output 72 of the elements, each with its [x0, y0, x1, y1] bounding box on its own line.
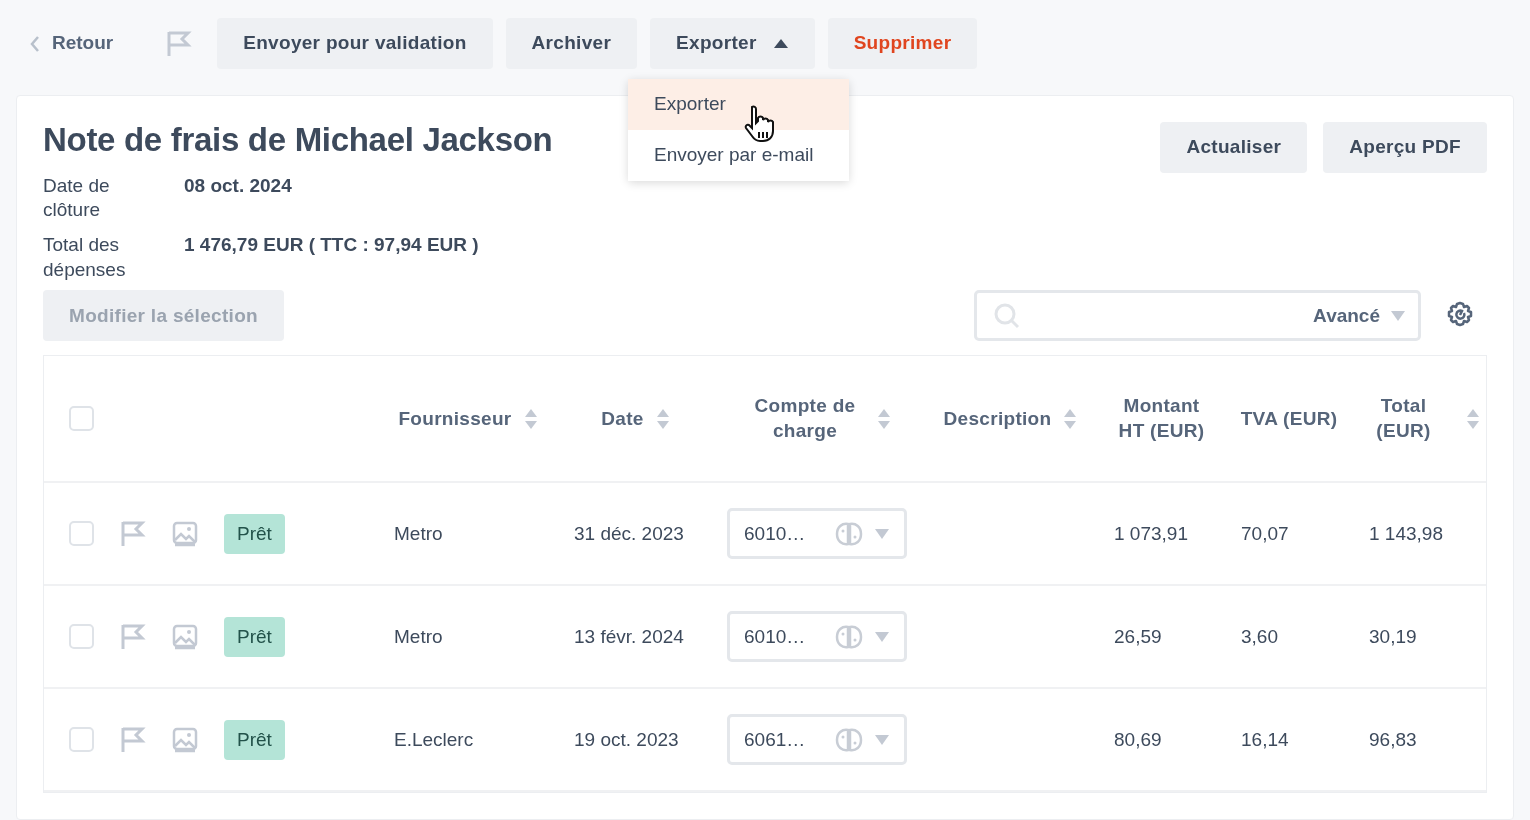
- flag-icon[interactable]: [120, 519, 146, 548]
- search-icon: [993, 301, 1021, 330]
- menu-item[interactable]: Envoyer par e-mail: [628, 130, 849, 181]
- account-select[interactable]: 6010…: [727, 508, 907, 560]
- brain-icon: [834, 623, 864, 650]
- sort-icon[interactable]: [655, 407, 670, 430]
- image-icon[interactable]: [172, 520, 198, 547]
- table-cell-text: 1 143,98: [1368, 521, 1444, 546]
- column-header[interactable]: Compte de charge: [745, 394, 865, 444]
- account-select[interactable]: 6061…: [727, 714, 907, 766]
- account-select[interactable]: 6010…: [727, 611, 907, 663]
- status-tag: Prêt: [224, 513, 285, 555]
- table-cell-text: 96,83: [1368, 727, 1418, 752]
- sort-icon[interactable]: [877, 407, 891, 430]
- page-title: Note de frais de Michael Jackson: [43, 120, 553, 160]
- column-header[interactable]: Montant HT (EUR): [1111, 394, 1212, 444]
- table-cell-text: 3,60: [1240, 624, 1279, 649]
- account-value: 6010…: [744, 521, 806, 546]
- column-header[interactable]: Description: [943, 406, 1052, 432]
- row-checkbox[interactable]: [69, 624, 94, 650]
- select-all-checkbox[interactable]: [69, 406, 94, 432]
- column-header[interactable]: Total (EUR): [1353, 394, 1454, 444]
- caret-down-icon: [874, 630, 890, 643]
- brain-icon: [834, 520, 864, 547]
- column-header[interactable]: Date: [601, 406, 644, 432]
- table-cell-text: 26,59: [1113, 624, 1163, 649]
- toolbar-button[interactable]: Supprimer: [827, 18, 978, 69]
- table-cell-text: E.Leclerc: [393, 727, 475, 752]
- column-header[interactable]: TVA (EUR): [1240, 406, 1338, 432]
- caret-down-icon: [1390, 309, 1406, 322]
- row-checkbox[interactable]: [69, 521, 94, 547]
- field-value: 1 476,79 EUR ( TTC : 97,94 EUR ): [184, 232, 480, 257]
- sort-icon[interactable]: [523, 407, 538, 430]
- table-cell-text: 16,14: [1240, 727, 1290, 752]
- table-cell-text: 13 févr. 2024: [573, 624, 685, 649]
- field-value: 08 oct. 2024: [184, 173, 293, 198]
- toolbar-button[interactable]: Envoyer pour validation: [217, 18, 493, 69]
- table-cell-text: Metro: [393, 521, 444, 546]
- table-cell-text: 80,69: [1113, 727, 1163, 752]
- brain-icon: [834, 726, 864, 753]
- action-button[interactable]: Aperçu PDF: [1323, 122, 1487, 173]
- table-cell-text: Metro: [393, 624, 444, 649]
- table-cell-text: 19 oct. 2023: [573, 727, 680, 752]
- flag-icon[interactable]: [120, 622, 146, 651]
- back-link[interactable]: Retour: [30, 29, 114, 58]
- caret-icon: [772, 38, 789, 49]
- status-tag: Prêt: [224, 616, 285, 658]
- table-cell-text: 30,19: [1368, 624, 1418, 649]
- advanced-search-dropdown[interactable]: Avancé: [1313, 301, 1406, 331]
- search-field[interactable]: Avancé: [974, 290, 1421, 342]
- row-checkbox[interactable]: [69, 727, 94, 753]
- chevron-left-icon: [30, 34, 40, 53]
- caret-down-icon: [874, 527, 890, 540]
- image-icon[interactable]: [172, 726, 198, 753]
- export-dropdown-button[interactable]: Exporter: [650, 18, 815, 69]
- status-tag: Prêt: [224, 719, 285, 761]
- image-icon[interactable]: [172, 623, 198, 650]
- field-label: Total des dépenses: [43, 232, 127, 282]
- table-cell-text: 70,07: [1240, 521, 1290, 546]
- flag-icon[interactable]: [120, 725, 146, 754]
- sort-icon[interactable]: [1063, 407, 1078, 430]
- sort-icon[interactable]: [1465, 407, 1480, 430]
- action-button[interactable]: Actualiser: [1160, 122, 1308, 173]
- table-cell-text: 31 déc. 2023: [573, 521, 685, 546]
- column-header[interactable]: Fournisseur: [398, 406, 512, 432]
- caret-down-icon: [874, 733, 890, 746]
- account-value: 6061…: [744, 727, 806, 752]
- field-label: Date de clôture: [43, 173, 111, 223]
- table-cell-text: 1 073,91: [1113, 521, 1189, 546]
- toolbar-button[interactable]: Archiver: [505, 18, 638, 69]
- flag-icon[interactable]: [166, 29, 193, 58]
- account-value: 6010…: [744, 624, 806, 649]
